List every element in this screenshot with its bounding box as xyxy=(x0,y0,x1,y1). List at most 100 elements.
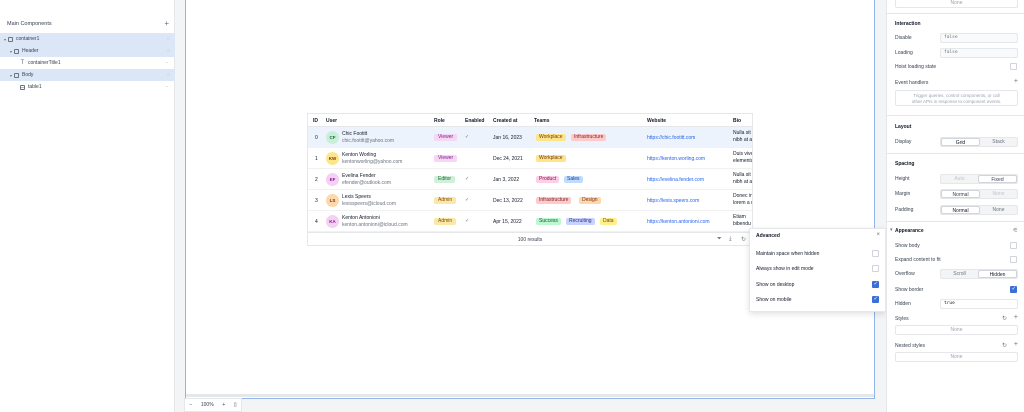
column-header-teams[interactable]: Teams xyxy=(534,118,549,124)
website-link[interactable]: https://chic.footitt.com xyxy=(647,135,695,141)
section-appearance[interactable]: Appearance xyxy=(895,228,924,234)
zoom-out-button[interactable]: − xyxy=(189,402,192,408)
reset-icon[interactable]: ↻ xyxy=(1002,315,1007,322)
visibility-icon[interactable]: ◌ xyxy=(167,72,170,78)
user-name: Lexis Speers xyxy=(342,194,371,200)
visibility-icon[interactable]: ◌ xyxy=(167,36,170,42)
column-header-created-at[interactable]: Created at xyxy=(493,118,517,124)
show-border-checkbox[interactable] xyxy=(1010,286,1017,293)
container-icon xyxy=(8,36,13,42)
add-style-icon[interactable]: + xyxy=(1014,314,1018,321)
table-row[interactable]: 4 KA Kenton Antonioni kenton.antonioni@iclo… xyxy=(308,211,752,232)
team-tag: Product xyxy=(536,176,560,183)
padding-none-option[interactable]: None xyxy=(980,206,1017,214)
tree-item-header[interactable]: ▾ Header ◌ xyxy=(0,45,175,57)
cell-created-at: Dec 24, 2021 xyxy=(493,156,523,162)
tree-item-containertitle1[interactable]: T containerTitle1 - xyxy=(0,57,175,69)
disable-input[interactable]: false xyxy=(940,33,1018,43)
avatar: EF xyxy=(326,173,339,186)
add-nested-style-icon[interactable]: + xyxy=(1014,341,1018,348)
table-row[interactable]: 3 LS Lexis Speers lexisspeers@icloud.com Adm… xyxy=(308,190,752,211)
hidden-input[interactable]: true xyxy=(940,299,1018,309)
section-interaction[interactable]: Interaction xyxy=(895,21,921,27)
table-row[interactable]: 1 KW Kenton Worling kentonworling@yahoo.com… xyxy=(308,148,752,169)
user-name: Chic Footitt xyxy=(342,131,368,137)
tree-item-table1[interactable]: table1 - xyxy=(0,81,175,93)
style-settings-icon[interactable]: ⚟ xyxy=(1013,227,1018,234)
reset-icon[interactable]: ↻ xyxy=(1002,342,1007,349)
nested-styles-field[interactable]: None xyxy=(895,352,1018,362)
user-email: chic.footitt@yahoo.com xyxy=(342,138,395,144)
height-fixed-option[interactable]: Fixed xyxy=(978,175,1017,183)
avatar: KW xyxy=(326,152,339,165)
height-auto-option[interactable]: Auto xyxy=(941,175,978,183)
components-panel: Main Components + ▾ container1 ◌ ▾ Heade… xyxy=(0,0,175,412)
show-border-label: Show border xyxy=(895,287,924,293)
role-badge: Editor xyxy=(434,176,456,183)
hoist-loading-checkbox[interactable] xyxy=(1010,63,1017,70)
team-tag: Recruiting xyxy=(566,218,595,225)
mobile-icon[interactable]: ▯ xyxy=(234,402,237,408)
more-icon[interactable]: - xyxy=(166,84,168,90)
website-link[interactable]: https://lexis.speers.com xyxy=(647,198,699,204)
zoom-in-button[interactable]: + xyxy=(222,402,225,408)
table-row[interactable]: 2 EF Evelina Fender efender@outlook.com Edit… xyxy=(308,169,752,190)
horizontal-scrollbar[interactable] xyxy=(186,394,874,397)
option-show-desktop-label: Show on desktop xyxy=(756,282,795,288)
column-header-role[interactable]: Role xyxy=(434,118,445,124)
add-event-handler-icon[interactable]: + xyxy=(1014,78,1018,85)
maintain-space-checkbox[interactable] xyxy=(872,250,879,257)
padding-toggle: Normal None xyxy=(940,205,1018,215)
download-icon[interactable]: ⤓ xyxy=(729,236,732,243)
table1[interactable]: ID User Role Enabled Created at Teams We… xyxy=(307,113,753,246)
refresh-icon[interactable]: ↻ xyxy=(741,236,746,243)
column-header-enabled[interactable]: Enabled xyxy=(465,118,484,124)
display-stack-option[interactable]: Stack xyxy=(980,138,1017,146)
visibility-icon[interactable]: ◌ xyxy=(167,48,170,54)
overflow-label: Overflow xyxy=(895,271,915,277)
margin-normal-option[interactable]: Normal xyxy=(941,190,980,198)
top-none-field[interactable]: None xyxy=(895,0,1018,8)
container-icon xyxy=(14,72,19,78)
website-link[interactable]: https://evelina.fender.com xyxy=(647,177,704,183)
close-icon[interactable]: × xyxy=(876,232,880,238)
show-on-desktop-checkbox[interactable] xyxy=(872,281,879,288)
user-name: Kenton Worling xyxy=(342,152,377,158)
column-header-bio[interactable]: Bio xyxy=(733,118,741,124)
margin-none-option[interactable]: None xyxy=(980,190,1017,198)
display-grid-option[interactable]: Grid xyxy=(941,138,980,146)
tree-item-body[interactable]: ▾ Body ◌ xyxy=(0,69,175,81)
chevron-down-icon[interactable]: ▾ xyxy=(890,227,893,233)
always-show-checkbox[interactable] xyxy=(872,265,879,272)
column-header-id[interactable]: ID xyxy=(313,118,318,124)
overflow-scroll-option[interactable]: Scroll xyxy=(941,270,978,278)
event-handlers-empty[interactable]: Trigger queries, control components, or … xyxy=(895,90,1018,106)
user-email: lexisspeers@icloud.com xyxy=(342,201,396,207)
website-link[interactable]: https://kenton.antonioni.com xyxy=(647,219,710,225)
overflow-hidden-option[interactable]: Hidden xyxy=(978,270,1017,278)
show-on-mobile-checkbox[interactable] xyxy=(872,296,879,303)
table-row[interactable]: 0 CF Chic Footitt chic.footitt@yahoo.com Vie… xyxy=(308,127,752,148)
table-header: ID User Role Enabled Created at Teams We… xyxy=(308,114,752,127)
styles-field[interactable]: None xyxy=(895,325,1018,335)
expand-content-checkbox[interactable] xyxy=(1010,256,1017,263)
components-panel-header: Main Components + xyxy=(0,17,175,31)
column-header-website[interactable]: Website xyxy=(647,118,666,124)
show-body-checkbox[interactable] xyxy=(1010,242,1017,249)
section-spacing[interactable]: Spacing xyxy=(895,161,914,167)
website-link[interactable]: https://kenton.worling.com xyxy=(647,156,705,162)
more-icon[interactable]: - xyxy=(166,60,168,66)
role-badge: Viewer xyxy=(434,155,458,162)
display-toggle: Grid Stack xyxy=(940,137,1018,147)
avatar: CF xyxy=(326,131,339,144)
padding-normal-option[interactable]: Normal xyxy=(941,206,980,214)
loading-input[interactable]: false xyxy=(940,48,1018,58)
column-header-user[interactable]: User xyxy=(326,118,337,124)
zoom-level[interactable]: 100% xyxy=(201,402,214,408)
tree-item-container1[interactable]: ▾ container1 ◌ xyxy=(0,33,175,45)
filter-icon[interactable]: ⏷ xyxy=(717,236,722,243)
user-name: Kenton Antonioni xyxy=(342,215,380,221)
cell-created-at: Jan 3, 2022 xyxy=(493,177,520,183)
section-layout[interactable]: Layout xyxy=(895,124,911,130)
add-component-icon[interactable]: + xyxy=(164,20,169,28)
